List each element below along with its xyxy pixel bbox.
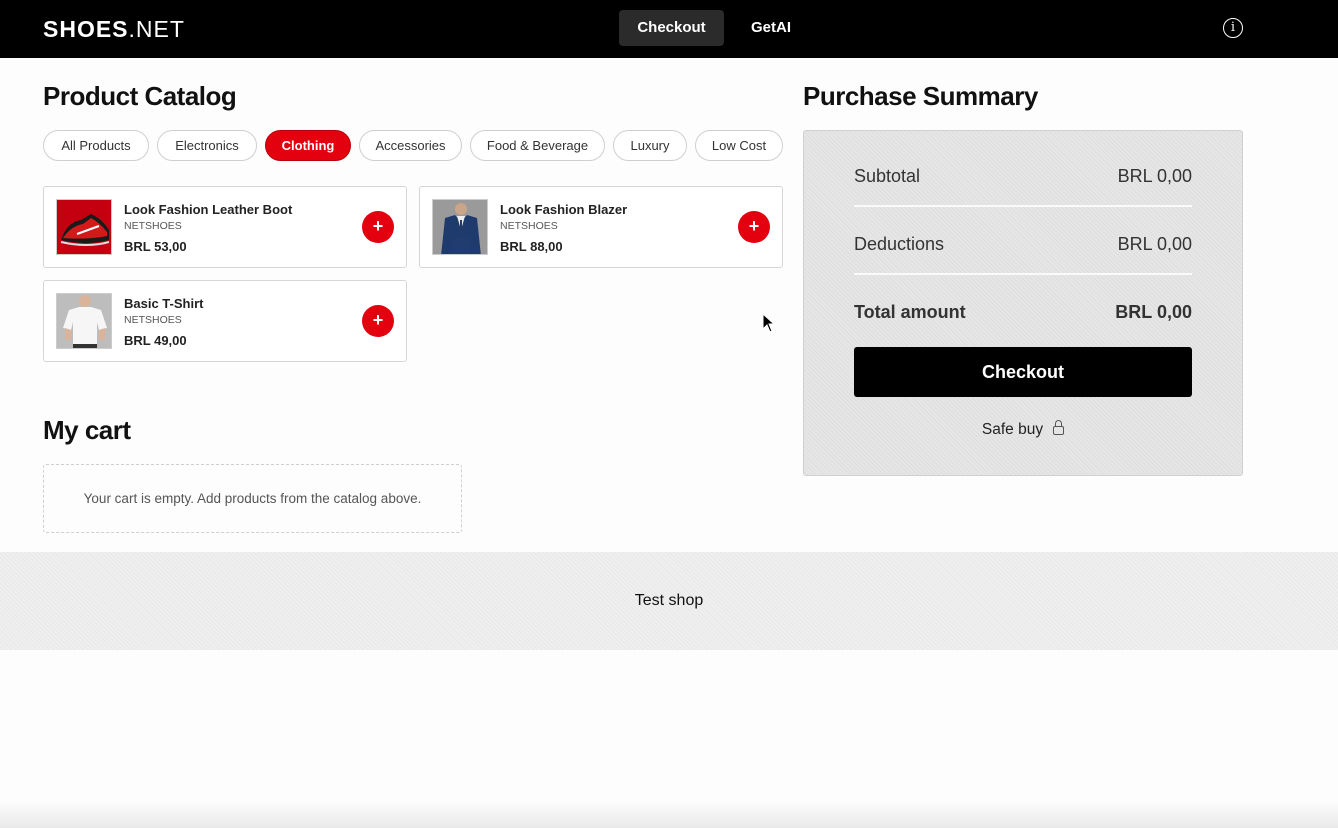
total-label: Total amount bbox=[854, 302, 966, 322]
filter-clothing[interactable]: Clothing bbox=[265, 130, 351, 161]
total-row: Total amount BRL 0,00 bbox=[854, 300, 1192, 324]
page-bottom-shade bbox=[0, 800, 1338, 828]
product-name: Look Fashion Blazer bbox=[500, 202, 628, 217]
product-brand: NETSHOES bbox=[500, 220, 558, 232]
add-to-cart-button[interactable]: + bbox=[362, 305, 394, 337]
filter-low-cost[interactable]: Low Cost bbox=[695, 130, 783, 161]
summary-divider bbox=[854, 205, 1192, 207]
safe-buy-notice: Safe buy bbox=[804, 420, 1242, 439]
product-card-blazer: Look Fashion Blazer NETSHOES BRL 88,00 + bbox=[419, 186, 783, 268]
lock-icon bbox=[1053, 420, 1065, 435]
red-sneaker-image bbox=[56, 199, 112, 255]
deductions-row: Deductions BRL 0,00 bbox=[854, 232, 1192, 256]
subtotal-label: Subtotal bbox=[854, 166, 921, 186]
info-icon[interactable]: i bbox=[1223, 18, 1243, 38]
product-name: Basic T-Shirt bbox=[124, 296, 204, 311]
filter-accessories[interactable]: Accessories bbox=[359, 130, 462, 161]
footer-text: Test shop bbox=[634, 592, 704, 609]
purchase-summary-panel: Subtotal BRL 0,00 Deductions BRL 0,00 To… bbox=[803, 130, 1243, 476]
product-card-leather-boot: Look Fashion Leather Boot NETSHOES BRL 5… bbox=[43, 186, 407, 268]
white-tshirt-image bbox=[56, 293, 112, 349]
add-to-cart-button[interactable]: + bbox=[362, 211, 394, 243]
empty-cart-message: Your cart is empty. Add products from th… bbox=[43, 464, 462, 533]
filter-food-beverage[interactable]: Food & Beverage bbox=[470, 130, 605, 161]
safe-buy-label: Safe buy bbox=[981, 421, 1044, 438]
my-cart-title: My cart bbox=[43, 415, 131, 445]
total-value: BRL 0,00 bbox=[1115, 302, 1192, 322]
top-navbar: SHOES.NET Checkout GetAI i bbox=[0, 0, 1338, 58]
filter-electronics[interactable]: Electronics bbox=[157, 130, 257, 161]
product-price: BRL 88,00 bbox=[500, 239, 563, 254]
deductions-label: Deductions bbox=[854, 234, 945, 254]
filter-all-products[interactable]: All Products bbox=[43, 130, 149, 161]
product-brand: NETSHOES bbox=[124, 220, 182, 232]
blue-suit-image bbox=[432, 199, 488, 255]
mouse-cursor-icon bbox=[762, 313, 776, 333]
nav-checkout-button[interactable]: Checkout bbox=[619, 10, 724, 46]
purchase-summary-title: Purchase Summary bbox=[803, 81, 1038, 111]
shoes-net-logo[interactable]: SHOES.NET bbox=[43, 15, 185, 43]
product-price: BRL 49,00 bbox=[124, 333, 187, 348]
deductions-value: BRL 0,00 bbox=[1117, 234, 1192, 254]
product-catalog-title: Product Catalog bbox=[43, 81, 237, 111]
subtotal-row: Subtotal BRL 0,00 bbox=[854, 164, 1192, 188]
product-price: BRL 53,00 bbox=[124, 239, 187, 254]
add-to-cart-button[interactable]: + bbox=[738, 211, 770, 243]
summary-divider bbox=[854, 273, 1192, 275]
product-card-basic-tshirt: Basic T-Shirt NETSHOES BRL 49,00 + bbox=[43, 280, 407, 362]
nav-getai-button[interactable]: GetAI bbox=[737, 10, 805, 46]
footer: Test shop bbox=[0, 552, 1338, 650]
product-brand: NETSHOES bbox=[124, 314, 182, 326]
checkout-button[interactable]: Checkout bbox=[854, 347, 1192, 397]
filter-luxury[interactable]: Luxury bbox=[613, 130, 687, 161]
subtotal-value: BRL 0,00 bbox=[1117, 166, 1192, 186]
product-name: Look Fashion Leather Boot bbox=[124, 202, 293, 217]
